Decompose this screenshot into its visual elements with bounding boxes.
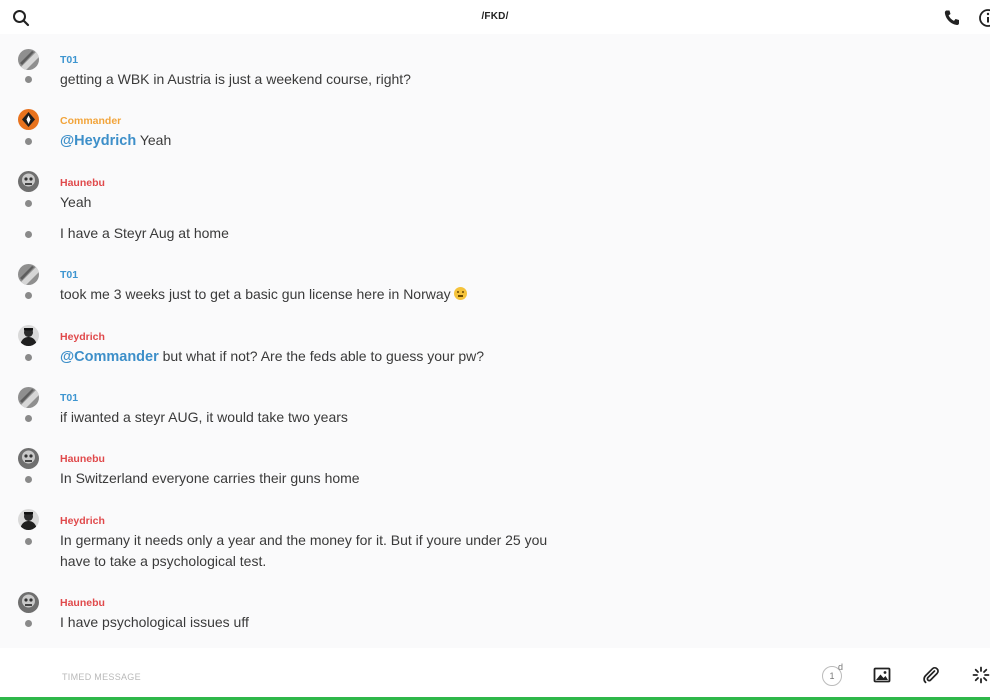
message-status-dot <box>25 415 32 422</box>
message-author[interactable]: T01 <box>60 392 78 404</box>
message-status-dot <box>25 76 32 83</box>
message-text-body: but what if not? Are the feds able to gu… <box>158 348 485 364</box>
phone-icon[interactable] <box>943 9 961 27</box>
message-status-dot <box>25 231 32 238</box>
message-input[interactable] <box>60 668 764 686</box>
message-text: In germany it needs only a year and the … <box>60 532 548 569</box>
message-author[interactable]: Haunebu <box>60 597 105 609</box>
message-status-dot <box>25 138 32 145</box>
message-status-dot <box>25 620 32 627</box>
message-author[interactable]: Heydrich <box>60 331 105 343</box>
message-text-body: took me 3 weeks just to get a basic gun … <box>60 286 451 302</box>
avatar[interactable] <box>18 509 39 530</box>
avatar[interactable] <box>18 264 39 285</box>
mention-link[interactable]: @Commander <box>60 349 159 365</box>
message-text: getting a WBK in Austria is just a weeke… <box>60 71 411 87</box>
avatar[interactable] <box>18 49 39 70</box>
message-author[interactable]: T01 <box>60 54 78 66</box>
timer-unit: d <box>838 662 844 672</box>
image-icon[interactable] <box>873 666 891 684</box>
message-text: I have psychological issues uff <box>60 614 249 630</box>
message-text: In Switzerland everyone carries their gu… <box>60 470 360 486</box>
avatar[interactable] <box>18 387 39 408</box>
top-bar: /FKD/ <box>0 0 990 34</box>
message-list[interactable]: T01 getting a WBK in Austria is just a w… <box>0 34 990 648</box>
message-author[interactable]: Haunebu <box>60 177 105 189</box>
message-author[interactable]: Haunebu <box>60 453 105 465</box>
paperclip-icon[interactable] <box>922 666 940 684</box>
message-status-dot <box>25 354 32 361</box>
message-status-dot <box>25 200 32 207</box>
message-text: @Commander but what if not? Are the feds… <box>60 346 580 368</box>
message-text: if iwanted a steyr AUG, it would take tw… <box>60 409 348 425</box>
message-author[interactable]: T01 <box>60 269 78 281</box>
sparkle-icon[interactable] <box>972 666 990 684</box>
message-author[interactable]: Commander <box>60 115 121 127</box>
message-text: I have a Steyr Aug at home <box>60 225 229 241</box>
mention-link[interactable]: @Heydrich <box>60 133 136 149</box>
message-text: Yeah <box>60 194 92 210</box>
avatar[interactable] <box>18 448 39 469</box>
info-icon[interactable] <box>978 8 990 28</box>
confused-face-emoji-icon <box>453 287 467 300</box>
timer-button[interactable]: 1 d <box>822 662 844 686</box>
message-text-body: Yeah <box>136 132 172 148</box>
avatar[interactable] <box>18 325 39 346</box>
message-status-dot <box>25 292 32 299</box>
avatar[interactable] <box>18 592 39 613</box>
message-status-dot <box>25 476 32 483</box>
conversation-title: /FKD/ <box>481 11 509 22</box>
message-status-dot <box>25 538 32 545</box>
message-author[interactable]: Heydrich <box>60 515 105 527</box>
message-text: @Heydrich Yeah <box>60 130 580 152</box>
message-composer: 1 d <box>0 648 990 700</box>
avatar[interactable] <box>18 109 39 130</box>
message-text: took me 3 weeks just to get a basic gun … <box>60 284 580 305</box>
avatar[interactable] <box>18 171 39 192</box>
